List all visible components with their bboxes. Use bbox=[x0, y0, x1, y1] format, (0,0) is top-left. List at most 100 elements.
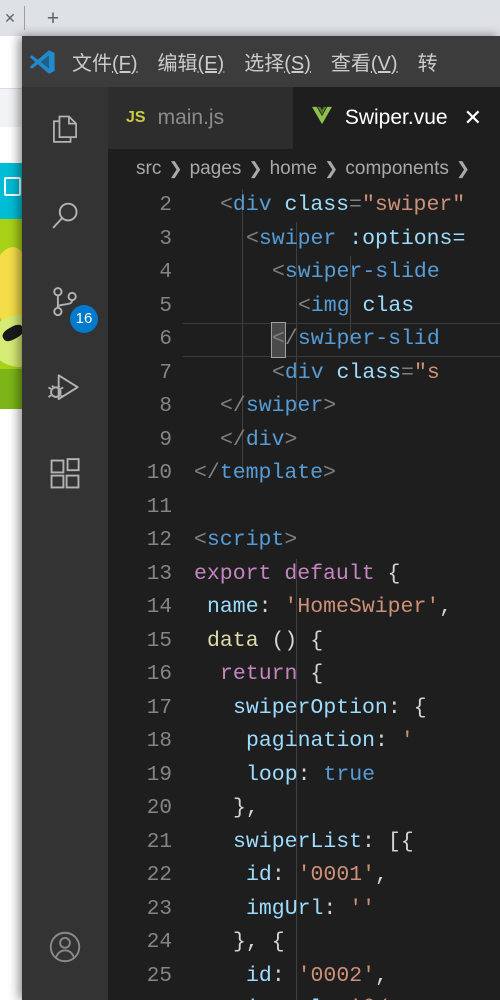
code-line[interactable]: 19 loop: true bbox=[108, 759, 500, 793]
line-number: 2 bbox=[159, 194, 172, 217]
code-token: > bbox=[323, 461, 336, 485]
code-lines: 2 <div class="swiper" 3 <swiper :options= 4 <… bbox=[108, 189, 500, 1000]
code-token: script bbox=[206, 528, 285, 552]
activity-item-source-control[interactable]: 16 bbox=[22, 259, 108, 345]
code-line[interactable]: 25 id: '0002', bbox=[108, 960, 500, 994]
code-token: : [{ bbox=[362, 829, 414, 854]
activity-item-explorer[interactable] bbox=[22, 87, 108, 173]
activity-item-account[interactable] bbox=[22, 904, 108, 990]
breadcrumb-item-src[interactable]: src bbox=[136, 158, 161, 180]
menu-item-go[interactable]: 转 bbox=[408, 47, 448, 76]
code-line[interactable]: 7 <div class="s bbox=[108, 357, 500, 391]
code-token: template bbox=[219, 461, 324, 485]
new-tab-button[interactable]: + bbox=[42, 8, 64, 30]
tab-main-js[interactable]: JS main.js bbox=[108, 87, 293, 149]
menu-bar: 文件(F) 编辑(E) 选择(S) 查看(V) 转 bbox=[22, 36, 500, 87]
code-token: : bbox=[297, 762, 324, 787]
code-text: </div> bbox=[220, 424, 297, 458]
activity-item-search[interactable] bbox=[22, 173, 108, 259]
code-token: '0002' bbox=[297, 963, 376, 988]
menu-view-label: 查看 bbox=[330, 53, 371, 75]
code-token: swiperList bbox=[233, 829, 363, 854]
menu-item-view[interactable]: 查看(V) bbox=[321, 47, 408, 76]
code-line[interactable]: 13 export default { bbox=[108, 558, 500, 592]
code-line[interactable]: 20}, bbox=[108, 792, 500, 826]
code-line[interactable]: 4 <swiper-slide bbox=[108, 256, 500, 290]
line-number: 25 bbox=[146, 964, 172, 988]
code-text: <swiper :options= bbox=[246, 223, 465, 257]
close-icon[interactable]: ✕ bbox=[464, 107, 482, 129]
code-line[interactable]: 21 swiperList: [{ bbox=[108, 826, 500, 860]
account-icon bbox=[49, 931, 81, 963]
code-token: < bbox=[194, 528, 207, 552]
code-token: < bbox=[220, 193, 233, 217]
code-line[interactable]: 16 return { bbox=[108, 658, 500, 692]
breadcrumb: src ❯ pages ❯ home ❯ components ❯ bbox=[108, 149, 500, 189]
line-number: 4 bbox=[159, 261, 172, 284]
code-text: </swiper> bbox=[220, 390, 336, 424]
code-editor[interactable]: 2 <div class="swiper" 3 <swiper :options= 4 <… bbox=[108, 189, 500, 1000]
code-token: { bbox=[374, 561, 401, 586]
tab-swiper-vue[interactable]: Swiper.vue ✕ bbox=[292, 87, 500, 149]
files-icon bbox=[53, 115, 77, 143]
menu-item-edit[interactable]: 编辑(E) bbox=[148, 47, 235, 76]
code-token: : { bbox=[387, 695, 427, 720]
code-token: : bbox=[271, 963, 298, 988]
menu-go-label: 转 bbox=[417, 53, 438, 75]
code-line[interactable]: 6 </swiper-slid bbox=[108, 322, 500, 358]
breadcrumb-item-components[interactable]: components bbox=[345, 158, 449, 180]
menu-item-file[interactable]: 文件(F) bbox=[62, 47, 148, 76]
tab-main-js-label: main.js bbox=[157, 106, 225, 129]
code-token: loop bbox=[246, 762, 298, 787]
code-line[interactable]: 8 </swiper> bbox=[108, 390, 500, 424]
line-number: 10 bbox=[146, 462, 172, 485]
code-line[interactable]: 14 name: 'HomeSwiper', bbox=[108, 591, 500, 625]
code-token: }, bbox=[233, 796, 259, 820]
code-line[interactable]: 9 </div> bbox=[108, 424, 500, 458]
code-line[interactable]: 26 imgUrl: '@/as bbox=[108, 993, 500, 1000]
code-token: name bbox=[207, 595, 259, 619]
code-line[interactable]: 23 imgUrl: '' bbox=[108, 893, 500, 927]
code-line[interactable]: 5 <img clas bbox=[108, 290, 500, 324]
menu-item-selection[interactable]: 选择(S) bbox=[234, 47, 321, 76]
line-number: 16 bbox=[146, 663, 172, 686]
menu-view-accel: (V) bbox=[370, 53, 398, 75]
code-line[interactable]: 11 bbox=[108, 491, 500, 525]
code-text: }, bbox=[233, 792, 259, 826]
code-line[interactable]: 3 <swiper :options= bbox=[108, 223, 500, 257]
code-token: 'HomeSwiper' bbox=[284, 595, 440, 619]
browser-tab-strip: ✕ + bbox=[0, 0, 500, 36]
activity-item-run-debug[interactable] bbox=[22, 345, 108, 431]
line-number: 14 bbox=[146, 596, 172, 619]
breadcrumb-item-home[interactable]: home bbox=[270, 158, 318, 180]
code-token: </ bbox=[194, 461, 220, 485]
code-token: imgUrl bbox=[246, 896, 324, 921]
code-line[interactable]: 12 <script> bbox=[108, 524, 500, 558]
menu-edit-label: 编辑 bbox=[157, 53, 198, 75]
tab-close-icon[interactable]: ✕ bbox=[2, 10, 18, 26]
code-line[interactable]: 10 </template> bbox=[108, 457, 500, 491]
code-token: :options= bbox=[349, 226, 466, 251]
code-text: <div class="s bbox=[272, 357, 440, 391]
code-line[interactable]: 2 <div class="swiper" bbox=[108, 189, 500, 223]
code-line[interactable]: 17 swiperOption: { bbox=[108, 692, 500, 726]
activity-bar: 16 bbox=[22, 87, 108, 1000]
line-number: 22 bbox=[146, 864, 172, 887]
activity-item-extensions[interactable] bbox=[22, 431, 108, 517]
code-line[interactable]: 15 data () { bbox=[108, 625, 500, 659]
banner-icon bbox=[4, 177, 21, 196]
code-token: img bbox=[310, 293, 350, 318]
code-text: imgUrl: '' bbox=[246, 893, 375, 927]
code-line[interactable]: 22 id: '0001', bbox=[108, 859, 500, 893]
editor-tab-bar: JS main.js Swiper.vue ✕ bbox=[108, 87, 500, 149]
code-line[interactable]: 18 pagination: ' bbox=[108, 725, 500, 759]
line-number: 11 bbox=[146, 495, 172, 519]
menu-edit-accel: (E) bbox=[197, 53, 225, 75]
menu-selection-label: 选择 bbox=[244, 53, 285, 75]
code-token: div bbox=[284, 360, 324, 385]
code-token: () { bbox=[258, 628, 324, 653]
breadcrumb-item-pages[interactable]: pages bbox=[190, 158, 242, 180]
code-line[interactable]: 24}, { bbox=[108, 926, 500, 960]
